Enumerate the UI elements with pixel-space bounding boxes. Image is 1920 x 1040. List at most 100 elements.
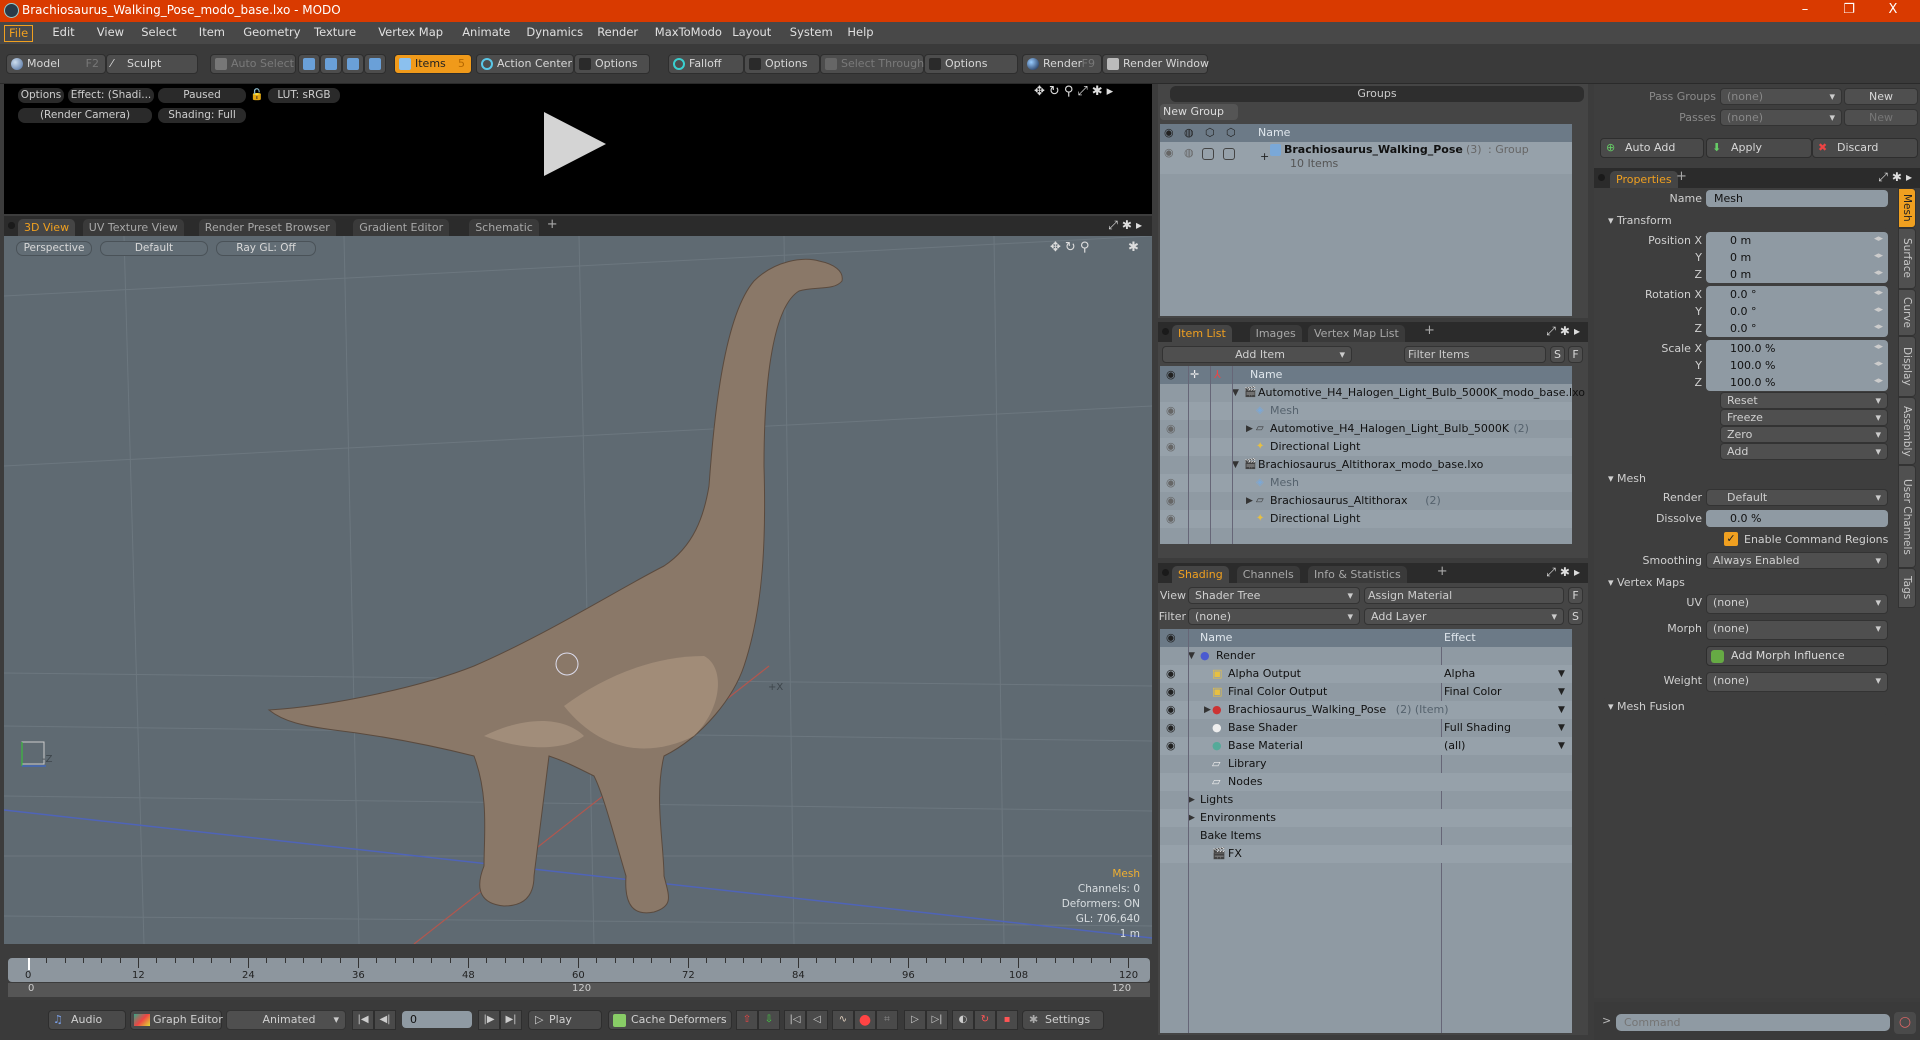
graph-editor-button[interactable]: Graph Editor: [130, 1010, 223, 1030]
menu-vertex-map[interactable]: Vertex Map: [374, 25, 447, 42]
expand-plus-icon[interactable]: +: [1260, 150, 1269, 163]
collapse-arrow-icon[interactable]: ▼: [1188, 647, 1195, 665]
play-button[interactable]: ▷ Play: [528, 1010, 602, 1030]
shader-row[interactable]: ▱ Nodes: [1160, 773, 1572, 791]
discard-button[interactable]: ✖ Discard: [1812, 138, 1918, 158]
assign-material-button[interactable]: Assign Material: [1364, 587, 1564, 604]
polygon-select-button[interactable]: [342, 54, 364, 74]
select-toggle[interactable]: [1223, 148, 1235, 160]
groups-list[interactable]: ◉ ◍ ⬡ ⬡ Name ◉ ◍ + Brachiosaurus_Walking…: [1160, 124, 1572, 316]
name-column-header[interactable]: Name: [1250, 366, 1282, 384]
visibility-toggle-icon[interactable]: ◉: [1166, 701, 1176, 719]
menu-system[interactable]: System: [786, 25, 837, 42]
view-dropdown[interactable]: Shader Tree: [1188, 587, 1360, 604]
add-tab-icon[interactable]: +: [1676, 169, 1687, 184]
effect-dropdown[interactable]: Alpha: [1444, 665, 1568, 683]
cache-deformers-button[interactable]: Cache Deformers: [608, 1010, 732, 1030]
key-view-icon[interactable]: ◐: [952, 1010, 974, 1030]
tab-view-3d-view[interactable]: 3D View: [18, 219, 76, 236]
position-x-input[interactable]: 0 m: [1706, 232, 1888, 249]
last-frame-button[interactable]: ▶|: [500, 1010, 522, 1030]
menu-select[interactable]: Select: [137, 25, 180, 42]
add-tab-icon[interactable]: +: [1437, 564, 1448, 579]
next-key-button[interactable]: |▶: [478, 1010, 500, 1030]
pivot-column-icon[interactable]: ⅄: [1214, 366, 1221, 384]
add-morph-influence-button[interactable]: Add Morph Influence: [1706, 646, 1888, 666]
action-center-options-button[interactable]: Options: [574, 54, 650, 74]
menu-file[interactable]: File: [4, 25, 34, 42]
preview-options-button[interactable]: Options: [18, 88, 64, 103]
rotate-icon[interactable]: ↻: [1065, 240, 1080, 255]
expand-arrow-icon[interactable]: ▶: [1246, 492, 1253, 510]
move-icon[interactable]: ✥: [1034, 84, 1049, 99]
item-row[interactable]: ▼ 🎬 Brachiosaurus_Altithorax_modo_base.lxo: [1160, 456, 1572, 474]
brachiosaurus-mesh[interactable]: [267, 258, 843, 914]
expand-arrow-icon[interactable]: ▶: [1204, 701, 1211, 719]
viewport-gear-icon[interactable]: ✱: [1128, 240, 1139, 255]
view-panel-icons[interactable]: ⤢✱▸: [1108, 218, 1146, 233]
passes-dropdown[interactable]: (none): [1720, 109, 1842, 126]
vertex-maps-section[interactable]: ▾ Vertex Maps: [1602, 574, 1888, 591]
new-pass-group-button[interactable]: New: [1844, 88, 1918, 105]
expand-icon[interactable]: ▸: [1574, 324, 1584, 338]
maximize-icon[interactable]: ⤢: [1108, 218, 1122, 232]
position-y-input[interactable]: 0 m: [1706, 249, 1888, 266]
dropdown-arrow-icon[interactable]: ▼: [1558, 719, 1565, 737]
menu-texture[interactable]: Texture: [310, 25, 360, 42]
dropdown-arrow-icon[interactable]: ▼: [1558, 701, 1565, 719]
expand-arrow-icon[interactable]: ▶: [1188, 809, 1195, 827]
shader-tree[interactable]: ◉ Name Effect ▼ ● Render ◉ ▣ Alpha Output Alph…: [1160, 629, 1572, 1033]
item-row[interactable]: ◉ ▶ ▱ Automotive_H4_Halogen_Light_Bulb_5000…: [1160, 420, 1572, 438]
rotation-x-input[interactable]: 0.0 °: [1706, 286, 1888, 303]
material-select-button[interactable]: [364, 54, 386, 74]
lock-column-icon[interactable]: ⬡: [1205, 124, 1215, 142]
expand-icon[interactable]: ▸: [1574, 565, 1584, 579]
drag-arrows-icon[interactable]: ◂▸: [1874, 251, 1883, 261]
item-list[interactable]: ◉ ✛ ⅄ Name ▼ 🎬 Automotive_H4_Halogen_Light…: [1160, 366, 1585, 544]
select-through-button[interactable]: Select Through: [820, 54, 924, 74]
name-column-header[interactable]: Name: [1200, 629, 1232, 647]
maximize-icon[interactable]: ⤢: [1546, 324, 1560, 338]
add-layer-dropdown[interactable]: Add Layer: [1364, 608, 1564, 625]
tab-items-item-list[interactable]: Item List: [1172, 325, 1232, 342]
close-button[interactable]: X: [1878, 2, 1908, 17]
drag-arrows-icon[interactable]: ◂▸: [1874, 305, 1883, 315]
tab-shading-shading[interactable]: Shading: [1172, 566, 1229, 583]
gear-icon[interactable]: ✱: [1092, 84, 1107, 99]
gear-icon[interactable]: ✱: [1560, 565, 1574, 579]
minimize-button[interactable]: –: [1790, 2, 1820, 17]
s-button[interactable]: S: [1550, 346, 1565, 363]
item-row[interactable]: ◉ ▶ ▱ Brachiosaurus_Altithorax (2): [1160, 492, 1572, 510]
viewport-nav-icons[interactable]: ✥↻⚲: [1050, 240, 1093, 255]
drag-arrows-icon[interactable]: ◂▸: [1874, 268, 1883, 278]
visibility-toggle-icon[interactable]: ◉: [1166, 492, 1176, 510]
mesh-fusion-section[interactable]: ▾ Mesh Fusion: [1602, 698, 1888, 715]
auto-key-icon[interactable]: ∿: [832, 1010, 854, 1030]
auto-select-button[interactable]: Auto Select: [210, 54, 296, 74]
menu-help[interactable]: Help: [843, 25, 877, 42]
expand-icon[interactable]: ▸: [1107, 84, 1118, 99]
dropdown-arrow-icon[interactable]: ▼: [1558, 683, 1565, 701]
tab-items-vertex-map-list[interactable]: Vertex Map List: [1308, 325, 1405, 342]
add-tab-icon[interactable]: +: [547, 217, 558, 232]
maximize-icon[interactable]: ⤢: [1077, 84, 1091, 99]
name-input[interactable]: Mesh: [1706, 190, 1888, 207]
menu-view[interactable]: View: [93, 25, 128, 42]
side-tab-surface[interactable]: Surface: [1898, 228, 1916, 289]
shader-row[interactable]: ◉ ▶ ● Brachiosaurus_Walking_Pose (2) (Item) ▼: [1160, 701, 1572, 719]
shader-row[interactable]: ▼ ● Render: [1160, 647, 1572, 665]
key-down-icon[interactable]: ⇩: [758, 1010, 780, 1030]
tab-properties[interactable]: Properties: [1610, 171, 1678, 188]
rotation-z-input[interactable]: 0.0 °: [1706, 320, 1888, 337]
filter-dropdown[interactable]: (none): [1188, 608, 1360, 625]
tab-view-schematic[interactable]: Schematic: [469, 219, 539, 236]
enable-command-regions-checkbox[interactable]: ✓: [1724, 532, 1738, 546]
expand-arrow-icon[interactable]: ▶: [1188, 791, 1195, 809]
drag-arrows-icon[interactable]: ◂▸: [1874, 288, 1883, 298]
properties-panel-icons[interactable]: ⤢✱▸: [1878, 170, 1916, 185]
dissolve-input[interactable]: 0.0 %: [1706, 510, 1888, 527]
transform-reset-dropdown[interactable]: Reset: [1720, 392, 1888, 409]
edge-select-button[interactable]: [320, 54, 342, 74]
prev-key-button[interactable]: ◀|: [374, 1010, 396, 1030]
shading-panel-icons[interactable]: ⤢✱▸: [1546, 565, 1584, 580]
